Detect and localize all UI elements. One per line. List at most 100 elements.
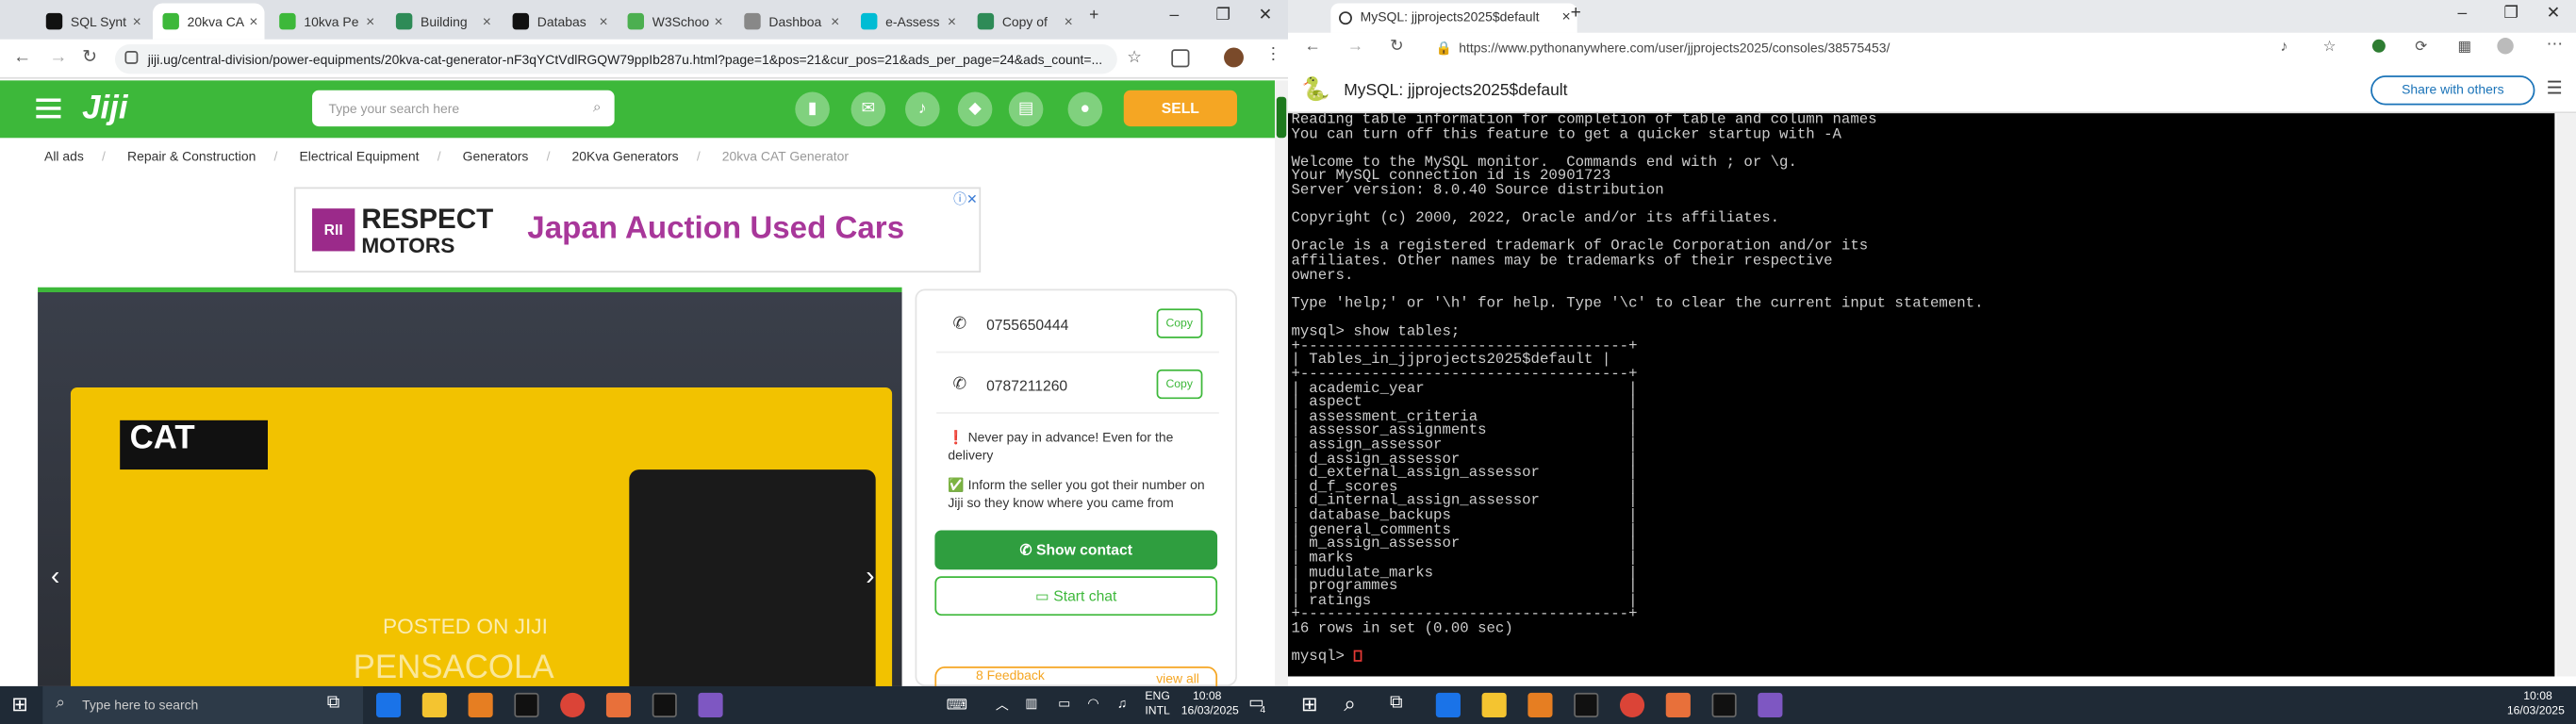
keyboard-icon[interactable]: ⌨ <box>947 696 968 714</box>
edge-icon[interactable] <box>375 692 402 718</box>
browser-tab[interactable]: Copy of × <box>967 3 1079 39</box>
close-window-button[interactable]: ✕ <box>2547 5 2561 23</box>
clock-date-left[interactable]: 16/03/2025 <box>1181 706 1239 717</box>
mysql-terminal[interactable]: Reading table information for completion… <box>1288 113 2555 677</box>
tab-close-icon[interactable]: × <box>831 13 839 29</box>
crumb-electrical-equipment[interactable]: Electrical Equipment <box>299 149 419 164</box>
browser-tab[interactable]: Databas × <box>503 3 614 39</box>
jiji-logo[interactable]: Jiji <box>82 90 127 128</box>
tab-close-icon[interactable]: × <box>483 13 491 29</box>
page-scrollbar[interactable] <box>1275 80 1288 686</box>
ad-close-icon[interactable]: ⓘ✕ <box>953 190 978 208</box>
messages-icon[interactable]: ✉ <box>850 91 886 127</box>
browser-tab[interactable]: e-Assess × <box>851 3 963 39</box>
tab-close-icon[interactable]: × <box>249 13 257 29</box>
refresh-icon[interactable]: ⟳ <box>2415 38 2427 56</box>
site-info-icon[interactable] <box>124 50 139 64</box>
terminal-icon-4[interactable] <box>1711 692 1737 718</box>
app-icon[interactable] <box>698 692 723 718</box>
view-all-link[interactable]: view all <box>1156 671 1199 686</box>
chrome-icon[interactable] <box>560 692 586 718</box>
copy-phone-1-button[interactable]: Copy <box>1156 308 1203 338</box>
clock-time-left[interactable]: 10:08 <box>1193 691 1222 702</box>
search-icon-2[interactable]: ⌕ <box>1344 691 1356 717</box>
hamburger-menu-icon[interactable]: ☰ <box>2547 77 2563 99</box>
banner-ad[interactable]: RII RESPECT MOTORS Japan Auction Used Ca… <box>293 187 982 273</box>
pythonanywhere-logo[interactable]: 🐍 <box>1301 75 1329 104</box>
windows-start-icon-2[interactable]: ⊞ <box>1301 695 1321 715</box>
forward-button[interactable]: → <box>49 48 67 68</box>
network-icon[interactable]: ▥ <box>1025 696 1037 711</box>
wifi-icon[interactable]: ◠ <box>1087 696 1098 711</box>
menu-kebab-icon[interactable]: ⋮ <box>1265 46 1281 64</box>
crumb-20kva-generators[interactable]: 20Kva Generators <box>572 149 679 164</box>
tab-close-icon[interactable]: × <box>133 13 141 29</box>
url-field[interactable]: jiji.ug/central-division/power-equipment… <box>114 44 1117 74</box>
copy-phone-2-button[interactable]: Copy <box>1156 369 1203 400</box>
tab-close-icon[interactable]: × <box>1065 13 1073 29</box>
hamburger-menu-icon[interactable] <box>36 98 61 119</box>
listing-photo[interactable]: CAT POSTED ON JIJI PENSACOLA ‹ › <box>38 287 902 686</box>
start-chat-button[interactable]: ▭ Start chat <box>934 576 1218 617</box>
next-photo-icon[interactable]: › <box>866 563 874 592</box>
app-icon-2[interactable] <box>1758 692 1783 718</box>
bookmark-star-icon[interactable]: ☆ <box>1127 49 1142 67</box>
user-profile-icon[interactable]: ● <box>1067 91 1103 127</box>
scrollbar-thumb[interactable] <box>1276 96 1287 139</box>
terminal-scrollbar[interactable] <box>2556 113 2576 677</box>
maximize-button[interactable]: ❐ <box>2503 5 2518 23</box>
xampp-icon-2[interactable] <box>1665 692 1691 718</box>
url-field[interactable]: 🔒 https://www.pythonanywhere.com/user/jjp… <box>1426 36 2313 62</box>
battery-icon[interactable]: ▭ <box>1058 696 1070 711</box>
extensions-icon[interactable] <box>1171 49 1190 68</box>
new-tab-button[interactable]: + <box>1571 3 1581 23</box>
search-icon[interactable]: ⌕ <box>593 98 602 116</box>
back-button[interactable]: ← <box>13 48 31 68</box>
notifications-bell-icon[interactable]: ♪ <box>905 91 940 127</box>
clock-date-right[interactable]: 16/03/2025 <box>2507 706 2565 717</box>
browser-tab[interactable]: Dashboa × <box>735 3 846 39</box>
terminal-icon-2[interactable] <box>652 692 677 718</box>
show-contact-button[interactable]: ✆ Show contact <box>934 530 1218 570</box>
crumb-repair-construction[interactable]: Repair & Construction <box>127 149 256 164</box>
reload-button[interactable]: ↻ <box>82 46 97 68</box>
new-tab-button[interactable]: + <box>1089 7 1098 25</box>
feedback-bar[interactable]: 8 Feedback view all <box>934 666 1218 686</box>
xampp-icon[interactable] <box>605 692 632 718</box>
windows-start-icon[interactable]: ⊞ <box>11 695 31 715</box>
tab-close-icon[interactable]: × <box>714 13 722 29</box>
chrome-icon-2[interactable] <box>1619 692 1645 718</box>
terminal-icon[interactable] <box>514 692 539 718</box>
bookmark-icon[interactable]: ▮ <box>795 91 830 127</box>
tab-close-icon[interactable]: × <box>366 13 374 29</box>
back-button[interactable]: ← <box>1304 38 1320 56</box>
clock-time-right[interactable]: 10:08 <box>2523 691 2552 702</box>
profile-avatar[interactable] <box>2497 38 2514 55</box>
edge-icon-2[interactable] <box>1435 692 1461 718</box>
browser-tab[interactable]: W3Schoo × <box>618 3 729 39</box>
profile-avatar[interactable] <box>1224 47 1244 68</box>
reload-button[interactable]: ↻ <box>1390 38 1404 56</box>
tab-close-icon[interactable]: × <box>1562 8 1571 25</box>
file-explorer-icon[interactable] <box>421 692 447 718</box>
sublime-text-icon[interactable] <box>468 692 493 718</box>
browser-tab[interactable]: 20kva CA × <box>153 3 265 40</box>
crumb-all-ads[interactable]: All ads <box>44 149 84 164</box>
share-button[interactable]: Share with others <box>2370 75 2535 106</box>
search-input[interactable]: Type your search here ⌕ <box>312 90 615 127</box>
taskbar-search-box[interactable]: ⌕ Type here to search <box>42 685 364 724</box>
collections-icon[interactable]: ▦ <box>2458 38 2472 56</box>
task-view-icon[interactable]: ⧉ <box>327 693 340 715</box>
task-view-icon-2[interactable]: ⧉ <box>1390 693 1403 715</box>
extension-icon[interactable] <box>2371 39 2386 53</box>
browser-tab[interactable]: Building × <box>386 3 497 39</box>
my-adverts-icon[interactable]: ▤ <box>1008 91 1044 127</box>
lock-icon[interactable]: 🔒 <box>1436 41 1452 57</box>
crumb-generators[interactable]: Generators <box>463 149 529 164</box>
sublime-text-icon-2[interactable] <box>1527 692 1553 718</box>
bookmark-star-icon[interactable]: ☆ <box>2323 38 2337 56</box>
minimize-button[interactable]: – <box>2458 5 2468 23</box>
prev-photo-icon[interactable]: ‹ <box>51 563 59 592</box>
file-explorer-icon-2[interactable] <box>1481 692 1507 718</box>
terminal-icon-3[interactable] <box>1574 692 1599 718</box>
